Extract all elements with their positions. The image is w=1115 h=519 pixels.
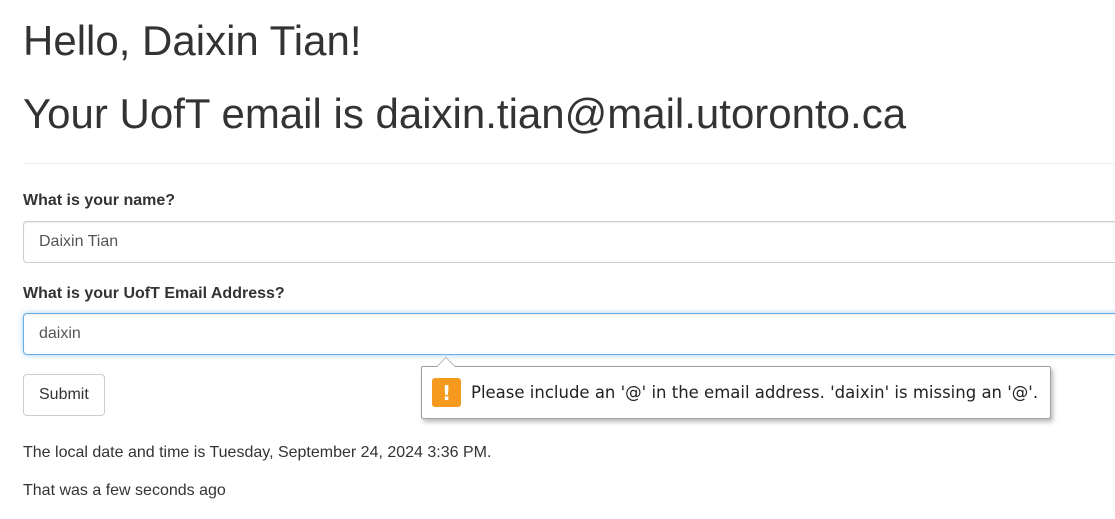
page: Hello, Daixin Tian! Your UofT email is d… — [0, 0, 1115, 519]
tooltip-arrow — [436, 357, 456, 367]
name-label: What is your name? — [23, 192, 176, 209]
relative-time-text: That was a few seconds ago — [23, 482, 226, 499]
email-label: What is your UofT Email Address? — [23, 285, 285, 302]
validation-tooltip: ! Please include an '@' in the email add… — [421, 357, 1052, 419]
greeting-heading: Hello, Daixin Tian! — [23, 17, 362, 64]
local-datetime-text: The local date and time is Tuesday, Sept… — [23, 444, 492, 461]
email-input[interactable] — [23, 313, 1115, 355]
submit-button[interactable]: Submit — [23, 374, 105, 416]
warning-icon: ! — [432, 378, 461, 407]
validation-message: Please include an '@' in the email addre… — [471, 383, 1039, 402]
email-heading: Your UofT email is daixin.tian@mail.utor… — [23, 90, 907, 137]
name-input[interactable] — [23, 221, 1115, 263]
divider — [23, 163, 1115, 164]
